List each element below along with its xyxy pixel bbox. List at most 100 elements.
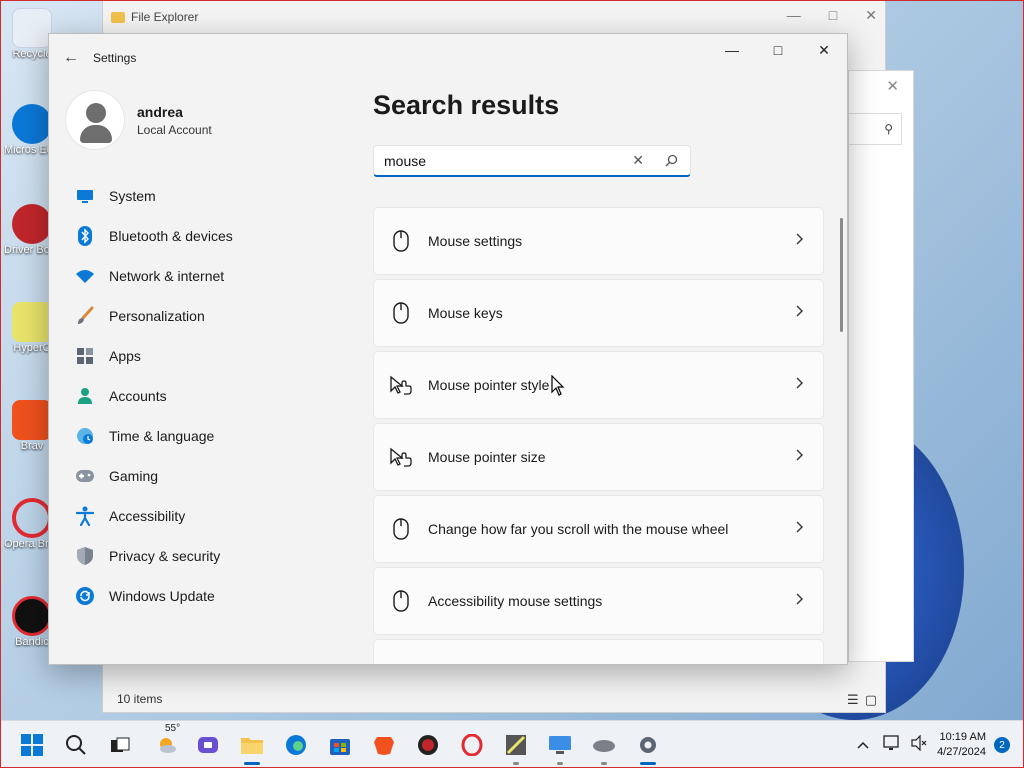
- chevron-right-icon: [795, 304, 803, 322]
- taskbar-clock[interactable]: 10:19 AM 4/27/2024: [937, 730, 986, 760]
- task-view-button[interactable]: [104, 729, 136, 761]
- nav-item-gaming[interactable]: Gaming: [65, 456, 335, 496]
- taskbar-brave[interactable]: [368, 729, 400, 761]
- start-button[interactable]: [16, 729, 48, 761]
- weather-icon: [160, 738, 176, 753]
- search-result-item[interactable]: Mouse settings: [373, 207, 824, 275]
- clear-search-icon[interactable]: ✕: [632, 152, 644, 169]
- mouse-icon: [374, 302, 428, 324]
- mouse-cursor-icon: [551, 374, 565, 402]
- page-title: Search results: [373, 90, 560, 120]
- nav-item-accounts[interactable]: Accounts: [65, 376, 335, 416]
- main-content: Search results ✕ Mouse settings Mouse ke…: [373, 90, 833, 664]
- opera-icon: [12, 498, 52, 538]
- clock-date: 4/27/2024: [937, 746, 986, 758]
- mouse-icon: [593, 740, 615, 752]
- opera-icon: [461, 734, 483, 756]
- nav-item-label: Apps: [109, 348, 141, 364]
- recycle-bin-icon: [12, 8, 52, 48]
- maximize-icon[interactable]: □: [829, 7, 837, 24]
- shield-icon: [75, 546, 95, 566]
- nav-item-windows-update[interactable]: Windows Update: [65, 576, 335, 616]
- monitor-icon: [75, 186, 95, 206]
- network-icon[interactable]: [883, 734, 901, 756]
- taskbar-hypercam[interactable]: [500, 729, 532, 765]
- monitor-icon: [549, 736, 571, 754]
- chevron-right-icon: [795, 376, 803, 394]
- search-result-item[interactable]: Mouse keys: [373, 279, 824, 347]
- search-icon[interactable]: ⚲: [849, 113, 902, 145]
- nav-item-bluetooth-devices[interactable]: Bluetooth & devices: [65, 216, 335, 256]
- pointer-icon: [374, 447, 428, 467]
- gamepad-icon: [75, 466, 95, 486]
- search-icon[interactable]: [665, 154, 678, 172]
- taskbar-edge[interactable]: [280, 729, 312, 761]
- search-result-item[interactable]: Mouse pointer style: [373, 351, 824, 419]
- nav-item-privacy-security[interactable]: Privacy & security: [65, 536, 335, 576]
- hypercam-icon: [506, 735, 526, 755]
- edge-icon: [286, 735, 306, 755]
- minimize-icon[interactable]: —: [787, 7, 801, 24]
- wifi-icon: [75, 266, 95, 286]
- gear-icon: [640, 737, 656, 753]
- nav-item-label: Time & language: [109, 428, 215, 444]
- nav-item-accessibility[interactable]: Accessibility: [65, 496, 335, 536]
- accessibility-icon: [75, 506, 95, 526]
- close-icon[interactable]: ✕: [865, 7, 877, 24]
- search-result-item[interactable]: Accessibility mouse settings: [373, 567, 824, 635]
- nav-item-label: Accounts: [109, 388, 167, 404]
- close-button[interactable]: ✕: [801, 34, 847, 66]
- settings-nav: System Bluetooth & devices Network & int…: [65, 176, 335, 616]
- search-input[interactable]: [374, 152, 624, 169]
- profile-account-type: Local Account: [137, 122, 212, 137]
- taskbar-chat[interactable]: [192, 729, 224, 761]
- nav-item-time-language[interactable]: Time & language: [65, 416, 335, 456]
- background-dialog[interactable]: ✕ ⚲: [848, 70, 914, 662]
- store-icon: [330, 739, 350, 755]
- taskbar-opera[interactable]: [456, 729, 488, 761]
- profile-card[interactable]: andrea Local Account: [65, 90, 212, 150]
- nav-item-label: Windows Update: [109, 588, 215, 604]
- taskbar-settings[interactable]: [632, 729, 664, 765]
- maximize-button[interactable]: □: [755, 34, 801, 66]
- profile-name: andrea: [137, 103, 183, 120]
- brave-icon: [12, 400, 52, 440]
- taskbar-mouse-app[interactable]: [588, 729, 620, 765]
- nav-item-apps[interactable]: Apps: [65, 336, 335, 376]
- search-results-list: Mouse settings Mouse keys Mouse pointer …: [373, 207, 824, 664]
- search-result-label: Mouse pointer style: [428, 377, 550, 393]
- taskbar-file-explorer[interactable]: [236, 729, 268, 765]
- mouse-icon: [374, 590, 428, 612]
- details-view-icon[interactable]: ☰: [847, 692, 859, 708]
- taskbar-search-button[interactable]: [60, 729, 92, 761]
- driver-booster-icon: [12, 204, 52, 244]
- taskbar-remote-desktop[interactable]: [544, 729, 576, 765]
- bluetooth-icon: [75, 226, 95, 246]
- mouse-icon: [374, 230, 428, 252]
- search-result-item[interactable]: Change how far you scroll with the mouse…: [373, 495, 824, 563]
- item-count: 10 items: [117, 692, 163, 706]
- nav-item-personalization[interactable]: Personalization: [65, 296, 335, 336]
- search-result-item-partial[interactable]: [373, 639, 824, 664]
- taskbar-store[interactable]: [324, 729, 356, 761]
- notification-badge[interactable]: 2: [994, 737, 1010, 753]
- search-box[interactable]: ✕: [373, 145, 691, 177]
- weather-temperature: 55°: [165, 723, 181, 734]
- search-result-item[interactable]: Mouse pointer size: [373, 423, 824, 491]
- settings-window[interactable]: ← Settings — □ ✕ andrea Local Account Sy…: [48, 33, 848, 665]
- chevron-up-icon[interactable]: [857, 736, 869, 754]
- nav-item-network-internet[interactable]: Network & internet: [65, 256, 335, 296]
- tiles-view-icon[interactable]: ▢: [865, 692, 877, 708]
- scrollbar-thumb[interactable]: [840, 218, 843, 332]
- taskbar-driver-booster[interactable]: [412, 729, 444, 761]
- taskbar: 55° 10:19 AM 4/27/2024 2: [0, 720, 1024, 768]
- brush-icon: [75, 306, 95, 326]
- search-result-label: Mouse keys: [428, 305, 503, 321]
- minimize-button[interactable]: —: [709, 34, 755, 66]
- volume-muted-icon[interactable]: [911, 734, 927, 756]
- nav-item-label: Personalization: [109, 308, 205, 324]
- nav-item-system[interactable]: System: [65, 176, 335, 216]
- back-button[interactable]: ←: [49, 49, 93, 67]
- clock-time: 10:19 AM: [939, 731, 986, 743]
- close-icon[interactable]: ✕: [886, 77, 899, 95]
